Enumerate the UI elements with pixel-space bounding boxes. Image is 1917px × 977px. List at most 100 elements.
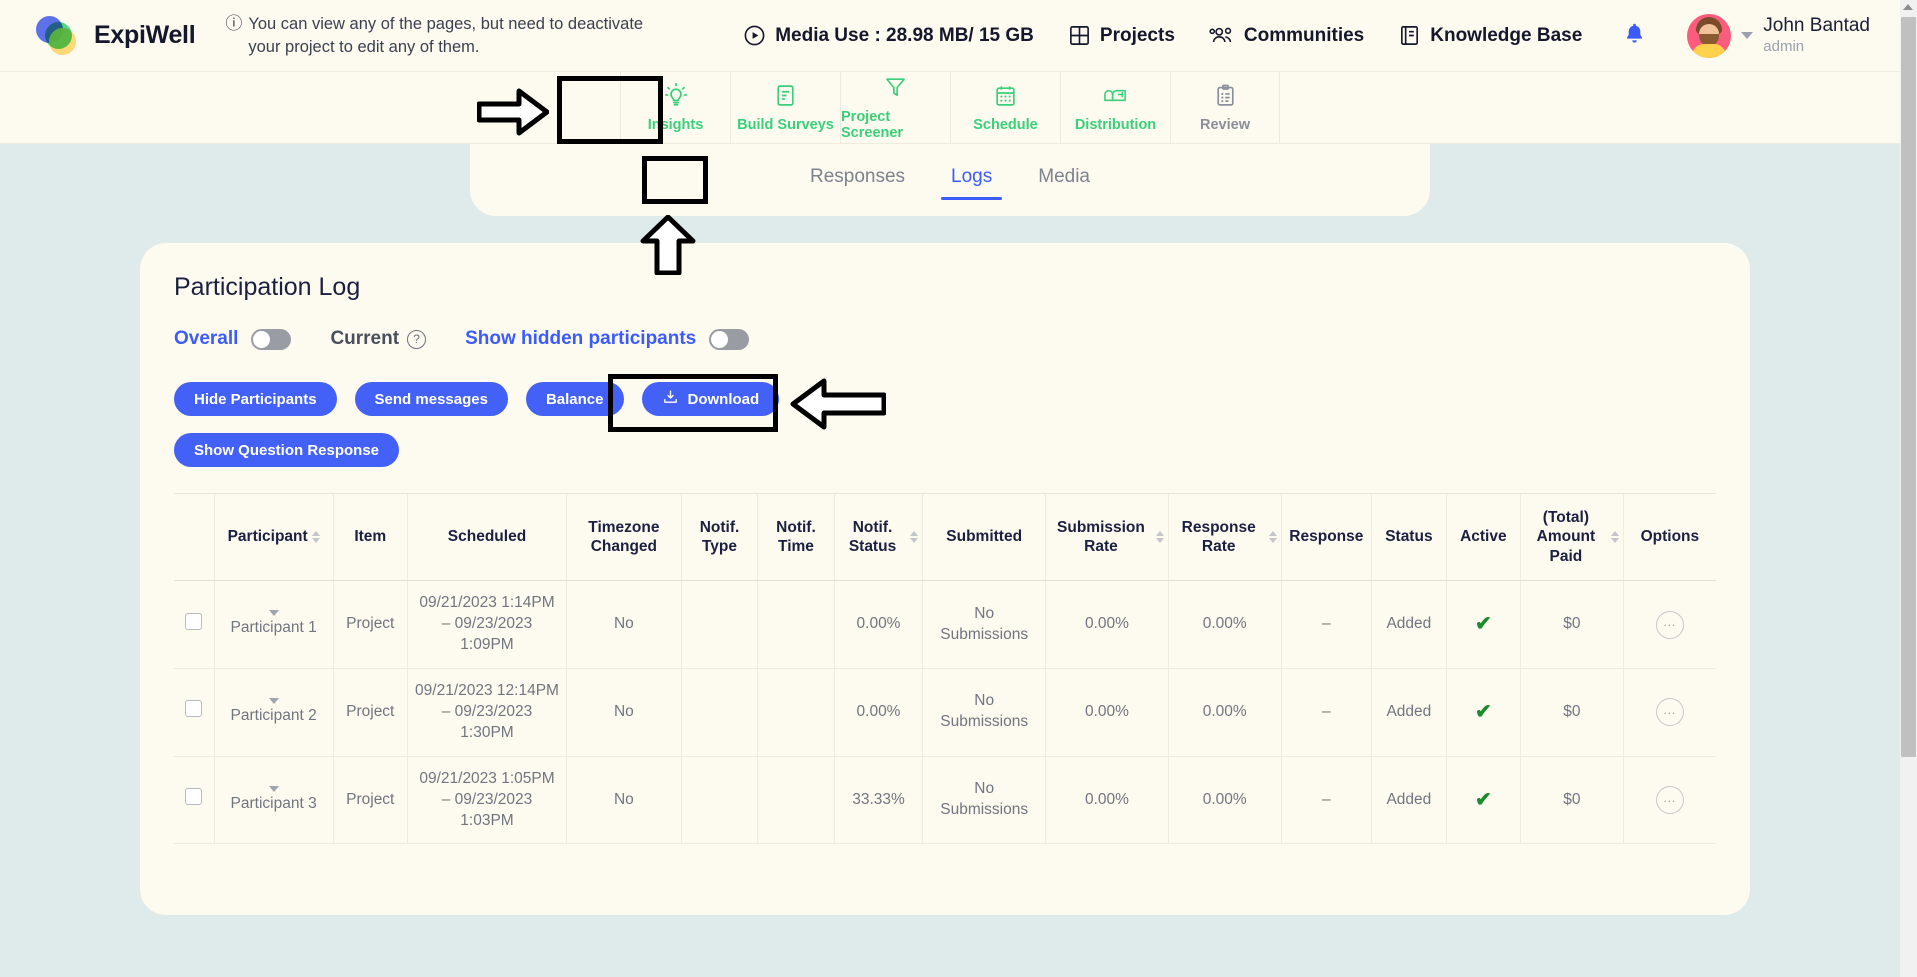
- th-participant[interactable]: Participant: [213, 494, 334, 582]
- sidebar-item-build-surveys-label: Build Surveys: [737, 116, 834, 133]
- th-item-label: Item: [354, 528, 387, 546]
- sidebar-item-review[interactable]: Review: [1170, 72, 1280, 143]
- th-notif-status-label: Notif. Status: [848, 518, 897, 556]
- book-icon: [1398, 24, 1421, 47]
- check-icon: ✔: [1474, 613, 1492, 635]
- media-use-label: Media Use : 28.98 MB/ 15 GB: [775, 24, 1034, 46]
- sidebar-item-schedule[interactable]: Schedule: [950, 72, 1060, 143]
- table-header: Participant Item Scheduled Timezone Chan…: [174, 494, 1716, 582]
- page-title: Participation Log: [174, 273, 361, 301]
- overall-toggle[interactable]: [251, 328, 292, 350]
- cell-item: Project: [332, 668, 408, 757]
- question-circle-icon[interactable]: ?: [407, 329, 427, 349]
- th-timezone-changed-label: Timezone Changed: [588, 518, 660, 556]
- sort-icon[interactable]: [1268, 531, 1277, 544]
- th-amount-paid-label: (Total) Amount Paid: [1536, 509, 1596, 565]
- sidebar-item-build-surveys[interactable]: Build Surveys: [730, 72, 840, 143]
- cell-active: ✔: [1445, 668, 1521, 757]
- communities-nav-item[interactable]: Communities: [1209, 24, 1364, 47]
- document-icon: [773, 83, 798, 113]
- cell-notif-type: [680, 668, 758, 757]
- knowledge-base-nav-item[interactable]: Knowledge Base: [1398, 24, 1582, 47]
- sidebar-item-project-screener[interactable]: Project Screener: [840, 72, 950, 143]
- download-button[interactable]: Download: [641, 382, 780, 416]
- participation-log-table: Participant Item Scheduled Timezone Chan…: [174, 494, 1716, 845]
- media-use-indicator[interactable]: Media Use : 28.98 MB/ 15 GB: [743, 24, 1034, 47]
- cell-notif-status: 33.33%: [833, 756, 923, 845]
- cell-response: –: [1280, 580, 1372, 669]
- table-row: Participant 2 Project 09/21/2023 12:14PM…: [174, 668, 1716, 757]
- row-checkbox[interactable]: [185, 612, 203, 630]
- tab-logs[interactable]: Logs: [941, 160, 1003, 200]
- th-submission-rate[interactable]: Submission Rate: [1045, 494, 1169, 582]
- app-root: ExpiWell ⓘ You can view any of the pages…: [0, 0, 1917, 977]
- mailbox-icon: [1102, 83, 1129, 113]
- cell-participant[interactable]: Participant 3: [213, 756, 334, 845]
- sidebar-item-project-screener-label: Project Screener: [841, 108, 904, 141]
- cell-notif-status: 0.00%: [833, 668, 923, 757]
- row-checkbox[interactable]: [185, 788, 203, 806]
- table-row: Participant 1 Project 09/21/2023 1:14PM …: [174, 580, 1716, 669]
- scrollbar-thumb[interactable]: [1901, 17, 1916, 757]
- user-name: John Bantad: [1763, 15, 1870, 37]
- cell-notif-time: [757, 756, 835, 845]
- cell-notif-type: [680, 580, 758, 669]
- hide-participants-button[interactable]: Hide Participants: [174, 382, 337, 416]
- row-options-button[interactable]: …: [1655, 698, 1684, 727]
- tab-responses[interactable]: Responses: [804, 160, 911, 200]
- chevron-down-icon[interactable]: [268, 785, 279, 792]
- row-checkbox[interactable]: [185, 700, 203, 718]
- th-amount-paid[interactable]: (Total) Amount Paid: [1520, 494, 1624, 582]
- th-response-label: Response: [1289, 528, 1364, 546]
- projects-nav-item[interactable]: Projects: [1068, 24, 1175, 47]
- th-response-rate[interactable]: Response Rate: [1167, 494, 1282, 582]
- table-row: Participant 3 Project 09/21/2023 1:05PM …: [174, 756, 1716, 845]
- chevron-down-icon[interactable]: [268, 610, 279, 617]
- clipboard-icon: [1213, 83, 1238, 113]
- cell-participant[interactable]: Participant 2: [213, 668, 334, 757]
- sort-icon[interactable]: [910, 531, 919, 544]
- th-item: Item: [332, 494, 408, 582]
- show-hidden-participants-toggle[interactable]: [709, 328, 750, 350]
- cell-notif-time: [757, 580, 835, 669]
- sort-icon[interactable]: [1155, 531, 1164, 544]
- sidebar-item-distribution-label: Distribution: [1074, 116, 1157, 133]
- toggle-row: Overall Current ? Show hidden participan…: [174, 328, 1716, 350]
- row-options-button[interactable]: …: [1655, 610, 1684, 639]
- cell-response-rate: 0.00%: [1167, 756, 1282, 845]
- chevron-down-icon[interactable]: [268, 697, 279, 704]
- th-active-label: Active: [1460, 528, 1507, 546]
- chevron-down-icon[interactable]: [1741, 32, 1754, 39]
- cell-participant[interactable]: Participant 1: [213, 580, 334, 669]
- scroll-up-arrow-icon[interactable]: [1903, 4, 1913, 10]
- cell-scheduled: 09/21/2023 1:05PM – 09/23/2023 1:03PM: [406, 756, 567, 845]
- th-notif-status[interactable]: Notif. Status: [833, 494, 923, 582]
- overall-toggle-label: Overall: [174, 328, 239, 349]
- cell-notif-type: [680, 756, 758, 845]
- bell-icon[interactable]: [1622, 21, 1647, 51]
- cell-timezone-changed: No: [566, 756, 682, 845]
- cell-scheduled: 09/21/2023 1:14PM – 09/23/2023 1:09PM: [406, 580, 567, 669]
- cell-submission-rate: 0.00%: [1045, 580, 1169, 669]
- row-options-button[interactable]: …: [1655, 786, 1684, 815]
- show-question-response-button[interactable]: Show Question Response: [174, 433, 400, 467]
- send-messages-button[interactable]: Send messages: [354, 382, 508, 416]
- sort-icon[interactable]: [1610, 531, 1619, 544]
- th-active: Active: [1445, 494, 1521, 582]
- vertical-scrollbar[interactable]: [1900, 0, 1917, 977]
- knowledge-base-label: Knowledge Base: [1430, 24, 1583, 46]
- sidebar-item-distribution[interactable]: Distribution: [1060, 72, 1170, 143]
- section-nav: Insights Build Surveys Project Screener: [0, 72, 1900, 144]
- balance-button[interactable]: Balance: [525, 382, 624, 416]
- row-select-cell: [174, 756, 215, 845]
- cell-scheduled: 09/21/2023 12:14PM – 09/23/2023 1:30PM: [406, 668, 567, 757]
- sidebar-item-insights[interactable]: Insights: [620, 72, 730, 143]
- brand[interactable]: ExpiWell: [36, 15, 196, 56]
- th-options-label: Options: [1640, 528, 1700, 546]
- user-menu[interactable]: John Bantad admin: [1687, 13, 1870, 58]
- tab-media[interactable]: Media: [1032, 160, 1096, 200]
- cell-timezone-changed: No: [566, 668, 682, 757]
- participation-log-table-wrapper: Participant Item Scheduled Timezone Chan…: [174, 493, 1716, 845]
- cell-status: Added: [1371, 580, 1447, 669]
- sort-icon[interactable]: [311, 531, 320, 544]
